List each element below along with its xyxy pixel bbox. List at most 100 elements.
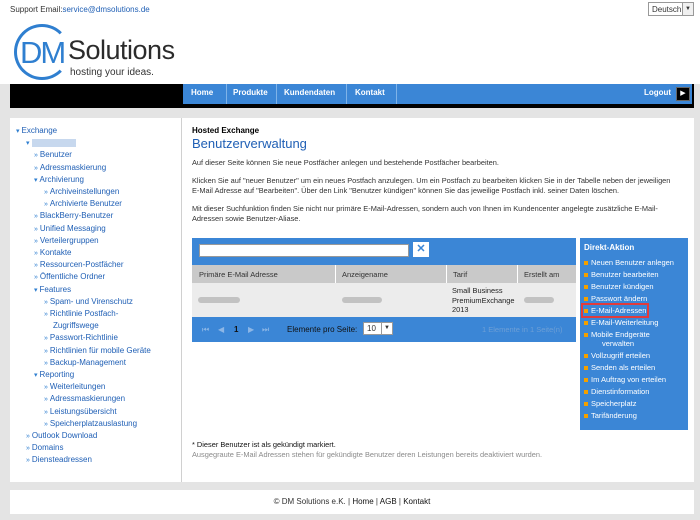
sidebar-item[interactable]: » Adressmaskierung bbox=[34, 163, 106, 172]
sidebar-item[interactable]: » Unified Messaging bbox=[34, 224, 106, 233]
col-tarif[interactable]: Tarif bbox=[453, 270, 467, 279]
tarif-line: PremiumExchange bbox=[452, 295, 515, 305]
direct-action-label: Speicherplatz bbox=[591, 399, 637, 408]
sidebar-item[interactable]: » Leistungsübersicht bbox=[44, 407, 117, 416]
direct-action-item[interactable]: Mobile Endgeräte bbox=[584, 330, 650, 339]
sidebar-item[interactable]: » Weiterleitungen bbox=[44, 382, 105, 391]
bullet-icon bbox=[584, 333, 588, 338]
sidebar-item[interactable]: » Outlook Download bbox=[26, 431, 97, 440]
sidebar-item[interactable]: » Richtlinie Postfach- bbox=[44, 309, 118, 318]
direct-action-item[interactable]: Im Auftrag von erteilen bbox=[584, 375, 666, 384]
sidebar-item[interactable]: ▾ Exchange bbox=[16, 126, 57, 135]
sidebar-item[interactable]: » Öffentliche Ordner bbox=[34, 272, 105, 281]
footer: © DM Solutions e.K. | Home | AGB | Konta… bbox=[10, 490, 694, 514]
direct-action-item[interactable]: Speicherplatz bbox=[584, 399, 636, 408]
sidebar-item-label: Backup-Management bbox=[49, 357, 126, 367]
direct-action-item[interactable]: Senden als erteilen bbox=[584, 363, 655, 372]
col-display-name[interactable]: Anzeigename bbox=[342, 270, 388, 279]
bullet-arrow-icon: » bbox=[44, 347, 48, 355]
sidebar-item[interactable]: » Diensteadressen bbox=[26, 455, 92, 464]
next-page-icon[interactable]: ▶ bbox=[248, 325, 254, 334]
direct-action-label: Neuen Benutzer anlegen bbox=[591, 258, 674, 267]
sidebar-item[interactable]: ▾ Features bbox=[34, 285, 71, 294]
table-row[interactable]: Small Business PremiumExchange 2013 bbox=[192, 283, 576, 317]
nav-blue-strip: Home Produkte Kundendaten Kontakt bbox=[183, 84, 692, 104]
direct-action-item[interactable]: verwalten bbox=[584, 339, 634, 348]
logout-link[interactable]: Logout bbox=[644, 88, 671, 97]
sidebar-item[interactable]: » BlackBerry-Benutzer bbox=[34, 211, 113, 220]
col-divider bbox=[446, 265, 447, 283]
logo[interactable]: DM Solutions hosting your ideas. bbox=[14, 24, 190, 80]
footer-kontakt-link[interactable]: Kontakt bbox=[403, 497, 430, 506]
per-page-value: 10 bbox=[367, 324, 376, 333]
clear-search-icon[interactable]: ✕ bbox=[413, 242, 429, 257]
sidebar-item[interactable]: » Archiveinstellungen bbox=[44, 187, 119, 196]
footer-home-link[interactable]: Home bbox=[352, 497, 373, 506]
sidebar-item[interactable]: » Domains bbox=[26, 443, 63, 452]
logout-arrow-icon[interactable]: ▶ bbox=[676, 87, 690, 101]
prev-page-icon[interactable]: ◀ bbox=[218, 325, 224, 334]
nav-produkte[interactable]: Produkte bbox=[233, 88, 268, 97]
bullet-icon bbox=[584, 261, 588, 266]
per-page-select[interactable]: 10 ▼ bbox=[363, 322, 393, 335]
sidebar-item[interactable]: » Verteilergruppen bbox=[34, 236, 99, 245]
tarif-cell: Small Business PremiumExchange 2013 bbox=[452, 286, 514, 315]
direct-action-item[interactable]: Tarifänderung bbox=[584, 411, 637, 420]
sidebar-item[interactable]: Zugriffswege bbox=[44, 321, 99, 330]
redacted-display-name bbox=[342, 297, 382, 303]
last-page-icon[interactable]: ⏭ bbox=[262, 325, 269, 335]
sidebar-item-label: Archivierte Benutzer bbox=[49, 199, 122, 209]
search-info-line-1: Mit dieser Suchfunktion finden Sie nicht… bbox=[192, 204, 658, 213]
sidebar-item[interactable]: » Speicherplatzauslastung bbox=[44, 419, 137, 428]
support-email-link[interactable]: service@dmsolutions.de bbox=[62, 5, 149, 14]
bullet-arrow-icon: » bbox=[44, 335, 48, 343]
sidebar-item[interactable]: » Richtlinien für mobile Geräte bbox=[44, 346, 151, 355]
bullet-icon bbox=[584, 390, 588, 395]
sidebar-item[interactable]: ▾ Reporting bbox=[34, 370, 74, 379]
sidebar-item[interactable]: » Spam- und Virenschutz bbox=[44, 297, 133, 306]
direct-action-item[interactable]: Dienstinformation bbox=[584, 387, 649, 396]
sidebar-item-label: Spam- und Virenschutz bbox=[49, 296, 133, 306]
sidebar-item[interactable]: » Adressmaskierungen bbox=[44, 394, 125, 403]
sidebar-item[interactable]: » Backup-Management bbox=[44, 358, 126, 367]
direct-action-item[interactable]: Benutzer bearbeiten bbox=[584, 270, 659, 279]
nav-home[interactable]: Home bbox=[191, 88, 213, 97]
current-page[interactable]: 1 bbox=[234, 325, 238, 334]
per-page-label: Elemente pro Seite: bbox=[287, 325, 358, 334]
sidebar-item[interactable]: ▾ Archivierung bbox=[34, 175, 84, 184]
bullet-arrow-icon: » bbox=[44, 298, 48, 306]
table-header: Primäre E-Mail Adresse Anzeigename Tarif… bbox=[192, 265, 576, 283]
direct-action-item[interactable]: Passwort ändern bbox=[584, 294, 647, 303]
sidebar-item[interactable]: ▾ bbox=[26, 138, 76, 147]
direct-action-item[interactable]: Benutzer kündigen bbox=[584, 282, 654, 291]
sidebar-item[interactable]: » Kontakte bbox=[34, 248, 71, 257]
col-created[interactable]: Erstellt am bbox=[524, 270, 559, 279]
direct-action-item[interactable]: Vollzugriff erteilen bbox=[584, 351, 650, 360]
direct-action-label: Benutzer bearbeiten bbox=[591, 270, 659, 279]
page-title: Benutzerverwaltung bbox=[192, 136, 307, 151]
direct-action-item[interactable]: E-Mail-Weiterleitung bbox=[584, 318, 658, 327]
sidebar-item-label: Unified Messaging bbox=[39, 223, 106, 233]
sidebar-item[interactable]: » Archivierte Benutzer bbox=[44, 199, 122, 208]
bullet-arrow-icon: » bbox=[34, 274, 38, 282]
sidebar-item[interactable]: » Benutzer bbox=[34, 150, 72, 159]
first-page-icon[interactable]: ⏮ bbox=[202, 325, 209, 335]
bullet-arrow-icon: » bbox=[44, 408, 48, 416]
direct-action-item[interactable]: Neuen Benutzer anlegen bbox=[584, 258, 674, 267]
cancelled-note: * Dieser Benutzer ist als gekündigt mark… bbox=[192, 440, 336, 449]
sidebar-item-label: Archivierung bbox=[39, 174, 84, 184]
bullet-arrow-icon: » bbox=[26, 445, 30, 453]
language-select[interactable]: Deutsch ▼ bbox=[648, 2, 694, 16]
direct-action-item[interactable]: E-Mail-Adressen bbox=[580, 303, 650, 318]
search-input[interactable] bbox=[199, 244, 409, 257]
footer-agb-link[interactable]: AGB bbox=[380, 497, 397, 506]
sidebar-item[interactable]: » Ressourcen-Postfächer bbox=[34, 260, 124, 269]
nav-divider bbox=[226, 84, 227, 104]
nav-kundendaten[interactable]: Kundendaten bbox=[284, 88, 335, 97]
sidebar-item-label: Diensteadressen bbox=[31, 455, 92, 465]
sidebar-item[interactable]: » Passwort-Richtlinie bbox=[44, 333, 118, 342]
tarif-line: Small Business bbox=[452, 286, 503, 295]
sidebar-item-label: Speicherplatzauslastung bbox=[49, 418, 138, 428]
nav-kontakt[interactable]: Kontakt bbox=[355, 88, 385, 97]
col-primary-email[interactable]: Primäre E-Mail Adresse bbox=[199, 270, 278, 279]
